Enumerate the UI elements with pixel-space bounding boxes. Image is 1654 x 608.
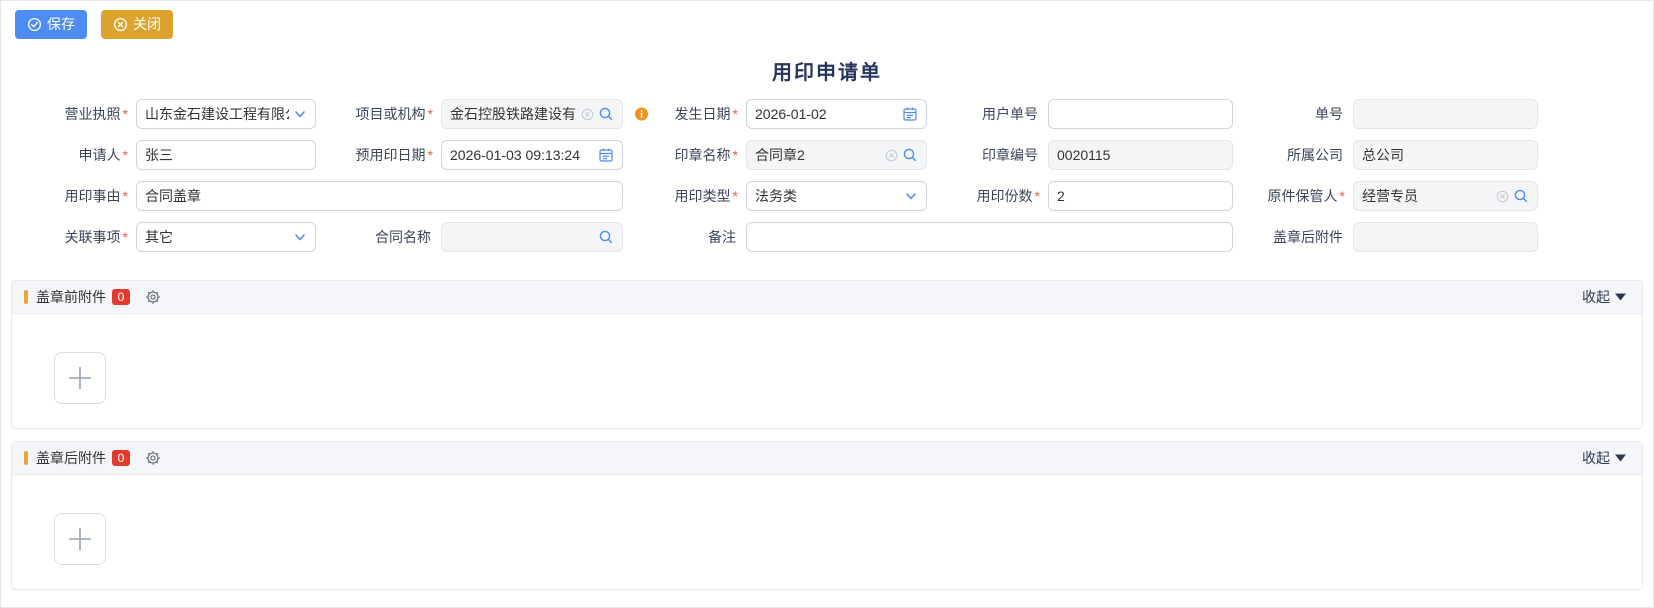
post-attachment-panel-body [12,475,1642,589]
seal-reason-label: 用印事由* [21,181,136,211]
user-order-no-label: 用户单号 [927,99,1048,129]
seal-application-page: 保存 关闭 用印申请单 营业执照* 山东金石建设工程有限公司 项目或机构* 金石… [0,0,1654,608]
plus-icon [65,524,95,554]
related-matter-select[interactable]: 其它 [136,222,316,252]
calendar-icon[interactable] [598,147,614,163]
post-attachment-field-label: 盖章后附件 [1233,222,1353,252]
calendar-icon[interactable] [902,106,918,122]
pre-attachment-panel-body [12,314,1642,428]
gear-icon[interactable] [145,289,161,305]
pre-attachment-count-badge: 0 [112,289,130,305]
chevron-down-icon [293,107,307,121]
plus-icon [65,363,95,393]
close-circle-icon [113,17,128,32]
close-button[interactable]: 关闭 [101,10,173,39]
collapse-label: 收起 [1582,448,1610,468]
business-license-select[interactable]: 山东金石建设工程有限公司 [136,99,316,129]
copies-label: 用印份数* [927,181,1048,211]
seal-name-label: 印章名称* [623,140,746,170]
project-org-lookup[interactable]: 金石控股铁路建设有限公司 [441,99,623,129]
gear-icon[interactable] [145,450,161,466]
applicant-field [136,140,316,170]
post-attachment-panel: 盖章后附件 0 收起 [11,441,1643,590]
accent-bar [24,451,28,465]
company-field [1353,140,1538,170]
toolbar: 保存 关闭 [1,1,1653,39]
post-attachment-panel-title: 盖章后附件 [36,448,106,468]
applicant-input[interactable] [145,147,307,163]
post-attachment-field [1353,222,1538,252]
order-no-label: 单号 [1233,99,1353,129]
business-license-label: 营业执照* [21,99,136,129]
remark-field [746,222,1233,252]
clear-icon[interactable] [581,108,594,121]
contract-name-lookup[interactable] [441,222,623,252]
seal-type-select[interactable]: 法务类 [746,181,927,211]
close-button-label: 关闭 [133,10,161,39]
contract-name-label: 合同名称 [316,222,441,252]
search-icon[interactable] [902,147,918,163]
user-order-no-input[interactable] [1057,106,1224,122]
triangle-down-icon [1615,293,1626,301]
triangle-down-icon [1615,454,1626,462]
post-attachment-panel-header: 盖章后附件 0 收起 [12,442,1642,475]
pre-attachment-upload-button[interactable] [54,352,106,404]
pre-attachment-panel-header: 盖章前附件 0 收起 [12,281,1642,314]
occur-date-picker[interactable]: 2026-01-02 [746,99,927,129]
save-button[interactable]: 保存 [15,10,87,39]
seal-no-input [1057,147,1224,163]
seal-reason-input[interactable] [145,188,614,204]
clear-icon[interactable] [885,149,898,162]
order-no-field [1353,99,1538,129]
seal-no-field [1048,140,1233,170]
custodian-label: 原件保管人* [1233,181,1353,211]
project-org-label: 项目或机构* [316,99,441,129]
pre-attachment-panel-title: 盖章前附件 [36,287,106,307]
seal-name-lookup[interactable]: 合同章2 [746,140,927,170]
chevron-down-icon [293,230,307,244]
search-icon[interactable] [1513,188,1529,204]
info-icon[interactable] [634,107,649,122]
post-attachment-upload-button[interactable] [54,513,106,565]
search-icon[interactable] [598,106,614,122]
seal-reason-field [136,181,623,211]
collapse-label: 收起 [1582,287,1610,307]
post-attachment-collapse-toggle[interactable]: 收起 [1582,448,1626,468]
applicant-label: 申请人* [21,140,136,170]
post-attachment-count-badge: 0 [112,450,130,466]
seal-no-label: 印章编号 [927,140,1048,170]
pre-seal-date-label: 预用印日期* [316,140,441,170]
user-order-no-field [1048,99,1233,129]
remark-input[interactable] [755,229,1224,245]
save-button-label: 保存 [47,10,75,39]
pre-attachment-panel: 盖章前附件 0 收起 [11,280,1643,429]
order-no-input [1362,106,1529,122]
copies-field [1048,181,1233,211]
post-attachment-input [1362,229,1529,245]
page-title: 用印申请单 [1,56,1653,85]
clear-icon[interactable] [1496,190,1509,203]
pre-seal-date-picker[interactable]: 2026-01-03 09:13:24 [441,140,623,170]
check-circle-icon [27,17,42,32]
search-icon[interactable] [598,229,614,245]
company-input [1362,147,1529,163]
related-matter-label: 关联事项* [21,222,136,252]
form: 营业执照* 山东金石建设工程有限公司 项目或机构* 金石控股铁路建设有限公司 发… [1,99,1653,252]
custodian-lookup[interactable]: 经营专员 [1353,181,1538,211]
seal-type-label: 用印类型* [623,181,746,211]
accent-bar [24,290,28,304]
copies-input[interactable] [1057,188,1224,204]
remark-label: 备注 [623,222,746,252]
company-label: 所属公司 [1233,140,1353,170]
chevron-down-icon [904,189,918,203]
pre-attachment-collapse-toggle[interactable]: 收起 [1582,287,1626,307]
